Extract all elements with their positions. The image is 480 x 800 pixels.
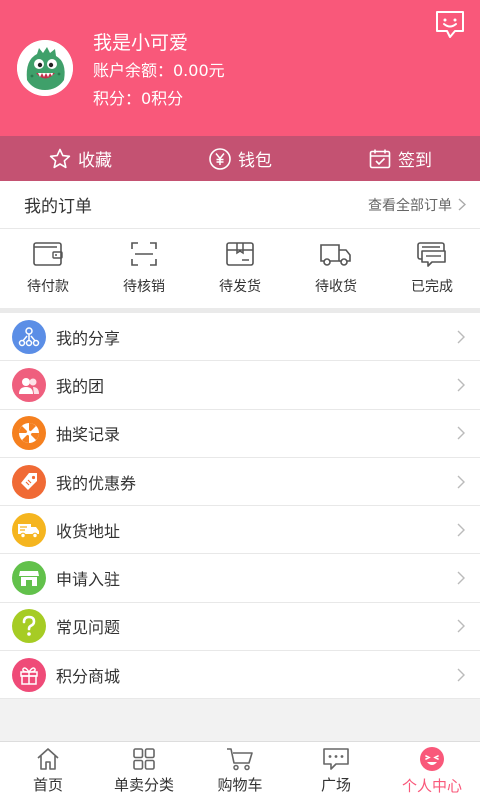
nav-home[interactable]: 首页 xyxy=(0,742,96,800)
chat-cards-icon xyxy=(417,242,446,267)
package-icon xyxy=(226,242,254,266)
nav-label: 个人中心 xyxy=(401,777,462,795)
menu-list: 我的分享 我的团 抽奖记录 我的优惠券 收货地址 申请入驻 常见问题 积分商城 xyxy=(0,313,480,700)
order-label: 已完成 xyxy=(411,279,453,295)
checkin-label: 签到 xyxy=(398,151,432,171)
chevron-right-icon xyxy=(457,475,465,489)
order-pending-verification[interactable]: 待核销 xyxy=(96,229,192,307)
nav-label: 单卖分类 xyxy=(113,776,174,794)
cart-icon xyxy=(227,748,253,771)
yen-coin-icon xyxy=(209,147,231,170)
order-label: 待收货 xyxy=(315,279,357,295)
menu-item-faq[interactable]: 常见问题 xyxy=(0,603,480,652)
menu-label: 我的优惠券 xyxy=(56,473,137,493)
scan-icon xyxy=(131,242,157,266)
orders-title: 我的订单 xyxy=(24,197,92,217)
delivery-truck-icon xyxy=(12,512,46,547)
menu-label: 我的分享 xyxy=(56,328,121,348)
orders-header: 我的订单 查看全部订单 xyxy=(0,181,480,229)
menu-item-points-mall[interactable]: 积分商城 xyxy=(0,651,480,700)
nav-label: 广场 xyxy=(320,776,351,794)
message-icon[interactable] xyxy=(434,10,466,40)
menu-label: 常见问题 xyxy=(56,618,121,638)
chevron-right-icon xyxy=(457,330,465,344)
order-label: 待核销 xyxy=(123,279,165,295)
order-pending-receipt[interactable]: 待收货 xyxy=(288,229,384,307)
checkin-button[interactable]: 签到 xyxy=(320,136,480,181)
order-label: 待发货 xyxy=(219,279,261,295)
calendar-check-icon xyxy=(369,149,391,168)
question-icon xyxy=(12,609,46,644)
truck-icon xyxy=(320,244,351,266)
menu-item-my-share[interactable]: 我的分享 xyxy=(0,313,480,362)
menu-label: 积分商城 xyxy=(56,666,121,686)
chevron-right-icon xyxy=(457,426,465,440)
avatar[interactable] xyxy=(17,40,73,96)
star-icon xyxy=(49,148,71,168)
menu-label: 我的团 xyxy=(56,376,105,396)
nav-category[interactable]: 单卖分类 xyxy=(96,742,192,800)
view-all-orders-link[interactable]: 查看全部订单 xyxy=(368,195,466,215)
store-icon xyxy=(12,561,46,596)
wallet-button[interactable]: 钱包 xyxy=(160,136,320,181)
nav-cart[interactable]: 购物车 xyxy=(192,742,288,800)
bottom-nav: 首页 单卖分类 购物车 广场 个人中心 xyxy=(0,741,480,800)
menu-item-shipping-address[interactable]: 收货地址 xyxy=(0,506,480,555)
home-icon xyxy=(37,748,59,770)
gift-icon xyxy=(12,657,46,692)
menu-item-lottery-records[interactable]: 抽奖记录 xyxy=(0,410,480,458)
menu-item-apply-to-join[interactable]: 申请入驻 xyxy=(0,554,480,603)
points-balance: 积分：0积分 xyxy=(93,89,184,108)
nav-plaza[interactable]: 广场 xyxy=(288,742,384,800)
chat-icon xyxy=(323,748,349,770)
chevron-right-icon xyxy=(458,198,466,211)
order-pending-shipment[interactable]: 待发货 xyxy=(192,229,288,307)
share-icon xyxy=(12,319,46,354)
chevron-right-icon xyxy=(457,523,465,537)
chevron-right-icon xyxy=(457,619,465,633)
group-icon xyxy=(12,367,46,402)
chevron-right-icon xyxy=(457,378,465,392)
orders-section: 我的订单 查看全部订单 待付款 待核销 待发货 待收货 已完成 xyxy=(0,181,480,308)
quick-actions-bar: 收藏 钱包 签到 xyxy=(0,136,480,181)
nav-profile[interactable]: 个人中心 xyxy=(384,742,480,800)
menu-label: 抽奖记录 xyxy=(56,425,121,445)
lottery-wheel-icon xyxy=(12,416,46,451)
wallet-icon xyxy=(33,242,63,266)
grid-icon xyxy=(133,748,155,770)
user-name: 我是小可爱 xyxy=(93,32,189,54)
menu-item-my-group[interactable]: 我的团 xyxy=(0,361,480,410)
view-all-orders-label: 查看全部订单 xyxy=(368,197,452,214)
wallet-label: 钱包 xyxy=(238,151,272,171)
profile-header: 我是小可爱 账户余额：0.00元 积分：0积分 xyxy=(0,0,480,136)
menu-item-my-coupons[interactable]: 我的优惠券 xyxy=(0,458,480,507)
menu-label: 申请入驻 xyxy=(56,570,121,590)
chevron-right-icon xyxy=(457,668,465,682)
nav-label: 首页 xyxy=(32,776,63,794)
nav-label: 购物车 xyxy=(217,776,263,794)
favorites-label: 收藏 xyxy=(78,151,112,171)
chevron-right-icon xyxy=(457,571,465,585)
order-label: 待付款 xyxy=(27,279,69,295)
coupon-tag-icon xyxy=(12,464,46,499)
account-balance: 账户余额：0.00元 xyxy=(93,61,225,80)
order-pending-payment[interactable]: 待付款 xyxy=(0,229,96,307)
favorites-button[interactable]: 收藏 xyxy=(0,136,160,181)
menu-label: 收货地址 xyxy=(56,521,121,541)
order-completed[interactable]: 已完成 xyxy=(384,229,480,307)
smiley-face-icon xyxy=(420,747,444,771)
